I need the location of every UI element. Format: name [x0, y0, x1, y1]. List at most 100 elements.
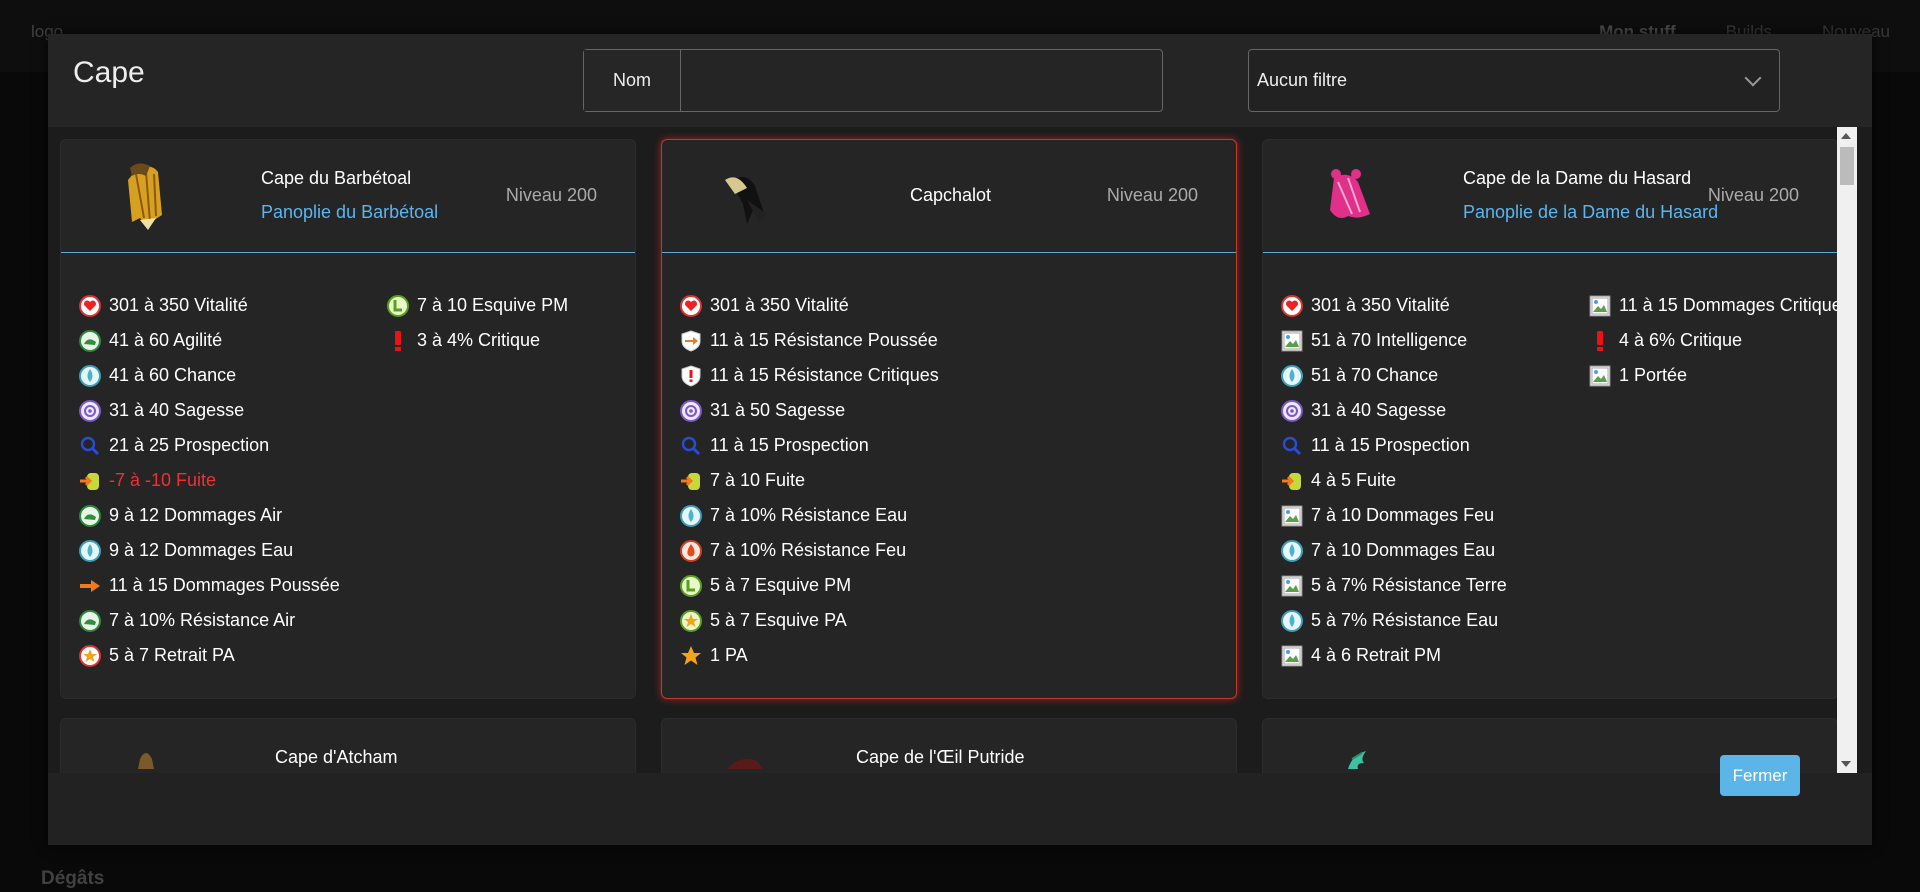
item-stat: 31 à 50 Sagesse — [680, 393, 939, 428]
item-stat: 1 PA — [680, 638, 939, 673]
broken-image-icon — [1281, 575, 1303, 597]
close-button[interactable]: Fermer — [1720, 755, 1800, 796]
ap-icon — [680, 645, 702, 667]
item-stat: 4 à 6% Critique — [1589, 323, 1851, 358]
item-stats-column: 301 à 350 Vitalité 51 à 70 Intelligence 51… — [1281, 288, 1507, 673]
item-stat-text: 7 à 10 Dommages Eau — [1311, 540, 1496, 560]
item-stat-text: 11 à 15 Prospection — [1311, 435, 1470, 455]
scroll-thumb[interactable] — [1840, 147, 1854, 185]
item-stat: -7 à -10 Fuite — [79, 463, 340, 498]
prospecting-icon — [1281, 435, 1303, 457]
item-image — [707, 729, 787, 773]
item-card[interactable]: Cape de l'Œil Putride — [661, 718, 1237, 773]
item-stats-column: 301 à 350 Vitalité 11 à 15 Résistance Pou… — [680, 288, 939, 673]
flee-icon — [79, 470, 101, 492]
item-stat-text: 7 à 10 Dommages Feu — [1311, 505, 1495, 525]
item-stats-column: 7 à 10 Esquive PM 3 à 4% Critique — [387, 288, 568, 358]
item-stat-text: 5 à 7 Esquive PM — [710, 575, 852, 595]
item-stat: 31 à 40 Sagesse — [79, 393, 340, 428]
agility-icon — [79, 329, 101, 352]
item-stat: 21 à 25 Prospection — [79, 428, 340, 463]
item-card[interactable]: Cape d'Atcham — [60, 718, 636, 773]
item-image — [1308, 160, 1388, 235]
item-list-scrollbar[interactable] — [1837, 127, 1857, 773]
item-stat-text: 31 à 40 Sagesse — [109, 400, 245, 420]
item-card[interactable]: Capchalot Niveau 200 301 à 350 Vitalité 11 … — [661, 139, 1237, 699]
item-stat: 5 à 7 Retrait PA — [79, 638, 340, 673]
item-card-header: Cape du Barbétoal Panoplie du Barbétoal Ni… — [61, 140, 635, 253]
item-stat: 11 à 15 Prospection — [680, 428, 939, 463]
item-stat-text: 5 à 7% Résistance Terre — [1311, 575, 1507, 595]
item-stat: 301 à 350 Vitalité — [680, 288, 939, 323]
item-stat: 11 à 15 Dommages Critiques — [1589, 288, 1851, 323]
flee-icon — [1281, 470, 1303, 492]
item-name: Capchalot — [910, 185, 992, 205]
name-search: Nom — [583, 49, 1163, 112]
item-stat: 5 à 7% Résistance Terre — [1281, 568, 1507, 603]
item-stat-text: 7 à 10 Fuite — [710, 470, 806, 490]
wisdom-icon — [1281, 399, 1303, 422]
item-stat-text: 301 à 350 Vitalité — [109, 295, 248, 315]
item-stat: 1 Portée — [1589, 358, 1851, 393]
item-stat-text: 41 à 60 Chance — [109, 365, 237, 385]
item-name: Cape de la Dame du Hasard — [1463, 168, 1692, 188]
water-damage-icon — [1281, 539, 1303, 562]
item-stats-column: 301 à 350 Vitalité 41 à 60 Agilité 41 à 60… — [79, 288, 340, 673]
pushback-icon — [79, 575, 101, 597]
item-set-link[interactable]: Panoplie de la Dame du Hasard — [1463, 202, 1718, 223]
item-image — [106, 160, 186, 235]
item-card[interactable]: Cape du Barbétoal Panoplie du Barbétoal Ni… — [60, 139, 636, 699]
modal-title: Cape — [73, 56, 145, 89]
item-stat-text: 7 à 10 Esquive PM — [417, 295, 569, 315]
item-stat: 31 à 40 Sagesse — [1281, 393, 1507, 428]
filter-select[interactable]: Aucun filtre — [1248, 49, 1780, 112]
item-stat: 7 à 10 Fuite — [680, 463, 939, 498]
item-stat-text: 51 à 70 Intelligence — [1311, 330, 1468, 350]
ap-reduction-icon — [79, 644, 101, 667]
item-stat-text: 11 à 15 Dommages Critiques — [1619, 295, 1851, 315]
item-stat: 301 à 350 Vitalité — [79, 288, 340, 323]
item-name: Cape de l'Œil Putride — [856, 747, 1025, 767]
name-search-input[interactable] — [681, 50, 1162, 111]
item-stat-text: 11 à 15 Dommages Poussée — [109, 575, 340, 595]
modal-footer — [48, 773, 1872, 845]
item-stat: 4 à 6 Retrait PM — [1281, 638, 1507, 673]
item-stat: 41 à 60 Chance — [79, 358, 340, 393]
item-set-link[interactable]: Panoplie du Barbétoal — [261, 202, 438, 223]
scroll-up-arrow-icon[interactable] — [1841, 133, 1851, 139]
item-stat-text: 301 à 350 Vitalité — [1311, 295, 1450, 315]
item-level: Niveau 200 — [505, 185, 597, 205]
broken-image-icon — [1589, 295, 1611, 317]
item-stat: 7 à 10% Résistance Feu — [680, 533, 939, 568]
item-stat: 4 à 5 Fuite — [1281, 463, 1507, 498]
item-stats-column: 11 à 15 Dommages Critiques 4 à 6% Critiqu… — [1589, 288, 1851, 393]
item-level: Niveau 200 — [1707, 185, 1799, 205]
flee-icon — [680, 470, 702, 492]
item-stat: 301 à 350 Vitalité — [1281, 288, 1507, 323]
item-stat: 7 à 10 Dommages Feu — [1281, 498, 1507, 533]
item-stat-text: 4 à 6% Critique — [1619, 330, 1743, 350]
item-stat-text: 301 à 350 Vitalité — [710, 295, 849, 315]
item-stat-text: 7 à 10% Résistance Eau — [710, 505, 908, 525]
item-name: Cape du Barbétoal — [261, 168, 412, 188]
scroll-down-arrow-icon[interactable] — [1841, 761, 1851, 767]
item-stat: 7 à 10% Résistance Air — [79, 603, 340, 638]
search-label: Nom — [584, 50, 681, 111]
item-stat: 7 à 10% Résistance Eau — [680, 498, 939, 533]
item-stat-text: 41 à 60 Agilité — [109, 330, 223, 350]
air-resist-icon — [79, 609, 101, 632]
item-stat-text: 9 à 12 Dommages Eau — [109, 540, 294, 560]
chance-icon — [1281, 364, 1303, 387]
item-stat: 51 à 70 Chance — [1281, 358, 1507, 393]
vitality-icon — [680, 294, 702, 317]
item-card[interactable]: Cape de la Dame du Hasard Panoplie de la … — [1262, 139, 1851, 699]
item-stat: 5 à 7 Esquive PM — [680, 568, 939, 603]
item-stat-text: 9 à 12 Dommages Air — [109, 505, 283, 525]
critical-icon — [387, 330, 409, 352]
item-card-header: Cape de l'Œil Putride — [662, 719, 1236, 773]
fire-resist-icon — [680, 539, 702, 562]
chevron-down-icon — [1744, 69, 1762, 87]
item-list[interactable]: Cape du Barbétoal Panoplie du Barbétoal Ni… — [48, 127, 1872, 773]
item-stat: 11 à 15 Résistance Poussée — [680, 323, 939, 358]
critical-icon — [1589, 330, 1611, 352]
